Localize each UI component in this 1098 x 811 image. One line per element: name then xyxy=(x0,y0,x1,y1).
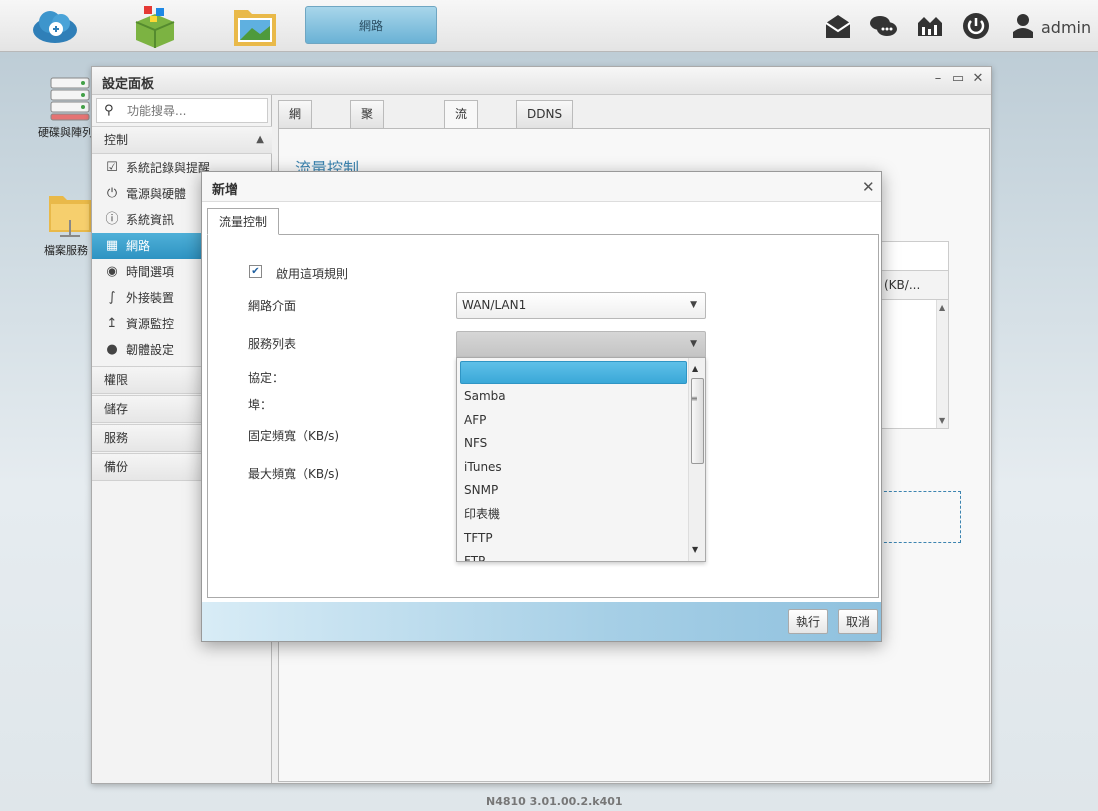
dropdown-item-ftp[interactable]: FTP xyxy=(464,550,684,561)
tab-network[interactable]: 網路 xyxy=(305,6,437,44)
tab-traffic-control[interactable]: 流量控制 xyxy=(444,100,479,202)
dropdown-scrollbar[interactable]: ▲ ≡ ▼ xyxy=(688,358,705,561)
dialog-titlebar[interactable]: 新增 ✕ xyxy=(202,172,881,202)
section-control-label: 控制 xyxy=(104,133,129,147)
firmware-icon: ● xyxy=(106,342,118,357)
scroll-up-icon[interactable]: ▲ xyxy=(692,364,698,373)
window-title: 設定面板 xyxy=(102,77,155,92)
dialog-title: 新增 xyxy=(212,183,239,198)
chevron-down-icon: ▼ xyxy=(690,300,697,310)
chat-icon[interactable] xyxy=(868,11,898,41)
collapse-arrow-icon[interactable]: ▲ xyxy=(256,127,264,153)
power-button-icon[interactable] xyxy=(961,11,991,41)
sidebar-item-label: 網路 xyxy=(126,239,151,253)
cancel-button[interactable]: 取消 xyxy=(838,609,879,634)
dropdown-item-nfs[interactable]: NFS xyxy=(464,432,684,454)
scroll-up-icon[interactable]: ▲ xyxy=(939,303,945,312)
clipboard-icon: ☑ xyxy=(106,160,118,175)
minimize-icon[interactable]: – xyxy=(930,71,946,87)
service-list-select[interactable]: ▼ xyxy=(456,331,706,358)
dropdown-item-empty[interactable] xyxy=(460,361,687,384)
close-icon[interactable]: ✕ xyxy=(970,71,986,87)
dropdown-item-tftp[interactable]: TFTP xyxy=(464,527,684,549)
section-service-label: 服務 xyxy=(104,431,129,445)
search-icon: ⚲ xyxy=(104,103,114,118)
scroll-down-icon[interactable]: ▼ xyxy=(939,416,945,425)
dropdown-item-printer[interactable]: 印表機 xyxy=(464,503,684,525)
section-permission-label: 權限 xyxy=(104,373,129,387)
mail-icon[interactable] xyxy=(823,11,853,41)
sidebar-item-label: 外接裝置 xyxy=(126,291,175,305)
version-label: N4810 3.01.00.2.k401 xyxy=(486,795,623,808)
desktop-file-service-label: 檔案服務 xyxy=(44,244,88,257)
sidebar-item-label: 韌體設定 xyxy=(126,343,175,357)
user-name[interactable]: admin xyxy=(1041,18,1091,37)
tab-ddns[interactable]: DDNS xyxy=(516,100,574,128)
desktop-disk-array-label: 硬碟與陣列 xyxy=(38,126,93,139)
protocol-label: 協定： xyxy=(248,371,285,385)
globe-icon: ◉ xyxy=(106,264,118,279)
fixed-bandwidth-label: 固定頻寬（KB/s) xyxy=(248,429,340,443)
section-storage-label: 儲存 xyxy=(104,402,129,416)
dropdown-item-samba[interactable]: Samba xyxy=(464,385,684,407)
service-dropdown-list: Samba AFP NFS iTunes SNMP 印表機 TFTP FTP ▲… xyxy=(456,357,706,562)
scroll-grip-icon: ≡ xyxy=(691,394,698,403)
execute-button[interactable]: 執行 xyxy=(788,609,829,634)
section-control[interactable]: 控制 ▲ xyxy=(92,126,272,154)
monitor-icon[interactable] xyxy=(915,11,945,41)
disk-array-icon xyxy=(50,77,90,121)
net-interface-select[interactable]: WAN/LAN1 ▼ xyxy=(456,292,706,319)
sidebar-item-label: 電源與硬體 xyxy=(126,187,187,201)
sidebar-item-label: 資源監控 xyxy=(126,317,175,331)
chart-icon: ↥ xyxy=(106,316,118,331)
sidebar-item-label: 時間選項 xyxy=(126,265,175,279)
add-rule-dialog: 新增 ✕ 流量控制 ✔ 啟用這項規則 網路介面 WAN/LAN1 ▼ 服務列表 … xyxy=(201,171,882,642)
tab-network-settings[interactable]: 網路設定 xyxy=(278,100,313,202)
dialog-tab-traffic-control[interactable]: 流量控制 xyxy=(207,208,279,235)
dialog-close-icon[interactable]: ✕ xyxy=(862,178,875,196)
file-manager-icon[interactable] xyxy=(230,4,280,48)
app-center-icon[interactable] xyxy=(130,4,180,48)
taskbar: 網路 admin xyxy=(0,0,1098,52)
network-icon: ▦ xyxy=(105,238,119,253)
scroll-down-icon[interactable]: ▼ xyxy=(692,545,698,554)
net-interface-label: 網路介面 xyxy=(248,299,297,313)
enable-rule-label: 啟用這項規則 xyxy=(276,267,349,281)
tab-link-aggregation[interactable]: 聚合網路介面 xyxy=(350,100,385,256)
dashed-region xyxy=(879,491,961,543)
folder-icon xyxy=(49,196,91,237)
chevron-down-icon: ▼ xyxy=(690,339,697,349)
dropdown-item-snmp[interactable]: SNMP xyxy=(464,479,684,501)
user-icon[interactable] xyxy=(1009,11,1039,41)
dialog-footer: 執行 取消 xyxy=(202,602,881,641)
enable-rule-checkbox[interactable]: ✔ xyxy=(249,265,262,278)
sidebar-item-label: 系統記錄與提醒 xyxy=(126,161,211,175)
dropdown-item-itunes[interactable]: iTunes xyxy=(464,456,684,478)
dropdown-item-afp[interactable]: AFP xyxy=(464,409,684,431)
window-titlebar[interactable]: 設定面板 – ▭ ✕ xyxy=(92,67,991,95)
scroll-thumb[interactable] xyxy=(691,378,704,464)
maximize-icon[interactable]: ▭ xyxy=(950,71,966,87)
table-header-cell[interactable]: (KB/... xyxy=(884,278,920,292)
net-interface-value: WAN/LAN1 xyxy=(462,298,527,312)
usb-icon: ∫ xyxy=(108,290,116,305)
table-scrollbar[interactable]: ▲ ▼ xyxy=(936,300,948,428)
service-list-label: 服務列表 xyxy=(248,337,297,351)
power-icon: ⏻ xyxy=(106,186,118,201)
sidebar-item-label: 系統資訊 xyxy=(126,213,175,227)
info-icon: ⓘ xyxy=(105,212,119,227)
search-box: ⚲ xyxy=(96,98,268,123)
cloud-app-icon[interactable] xyxy=(30,4,80,48)
port-label: 埠： xyxy=(248,398,273,412)
max-bandwidth-label: 最大頻寬（KB/s) xyxy=(248,467,340,481)
search-input[interactable] xyxy=(127,102,262,120)
section-backup-label: 備份 xyxy=(104,460,129,474)
